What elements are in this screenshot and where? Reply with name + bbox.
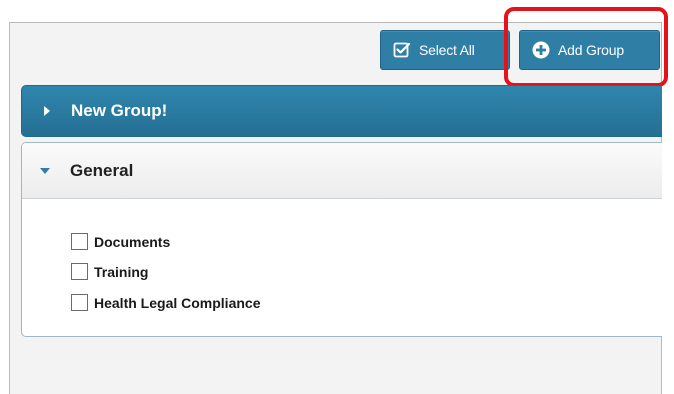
select-all-label: Select All xyxy=(419,42,475,58)
checkbox-check-icon xyxy=(393,42,411,58)
group-title: New Group! xyxy=(71,101,168,120)
item-checkbox[interactable] xyxy=(71,294,88,311)
group-item-list: Documents Training Health Legal Complian… xyxy=(71,227,260,318)
list-item-health-legal-compliance[interactable]: Health Legal Compliance xyxy=(71,287,260,318)
item-label: Health Legal Compliance xyxy=(94,294,261,311)
group-header-general[interactable]: General xyxy=(22,143,662,199)
plus-circle-icon xyxy=(532,41,550,59)
caret-right-icon xyxy=(44,106,50,116)
list-item-training[interactable]: Training xyxy=(71,256,260,287)
item-checkbox[interactable] xyxy=(71,233,88,250)
group-title: General xyxy=(70,160,134,180)
add-group-button[interactable]: Add Group xyxy=(519,30,660,70)
caret-down-icon xyxy=(40,167,50,174)
select-all-button[interactable]: Select All xyxy=(380,30,510,70)
add-group-label: Add Group xyxy=(558,42,624,58)
item-checkbox[interactable] xyxy=(71,263,88,280)
item-label: Training xyxy=(94,263,149,280)
item-label: Documents xyxy=(94,233,171,250)
group-panel-general: General Documents Training Health Legal … xyxy=(21,142,662,337)
group-header-new-group[interactable]: New Group! xyxy=(21,85,662,137)
list-item-documents[interactable]: Documents xyxy=(71,227,260,256)
